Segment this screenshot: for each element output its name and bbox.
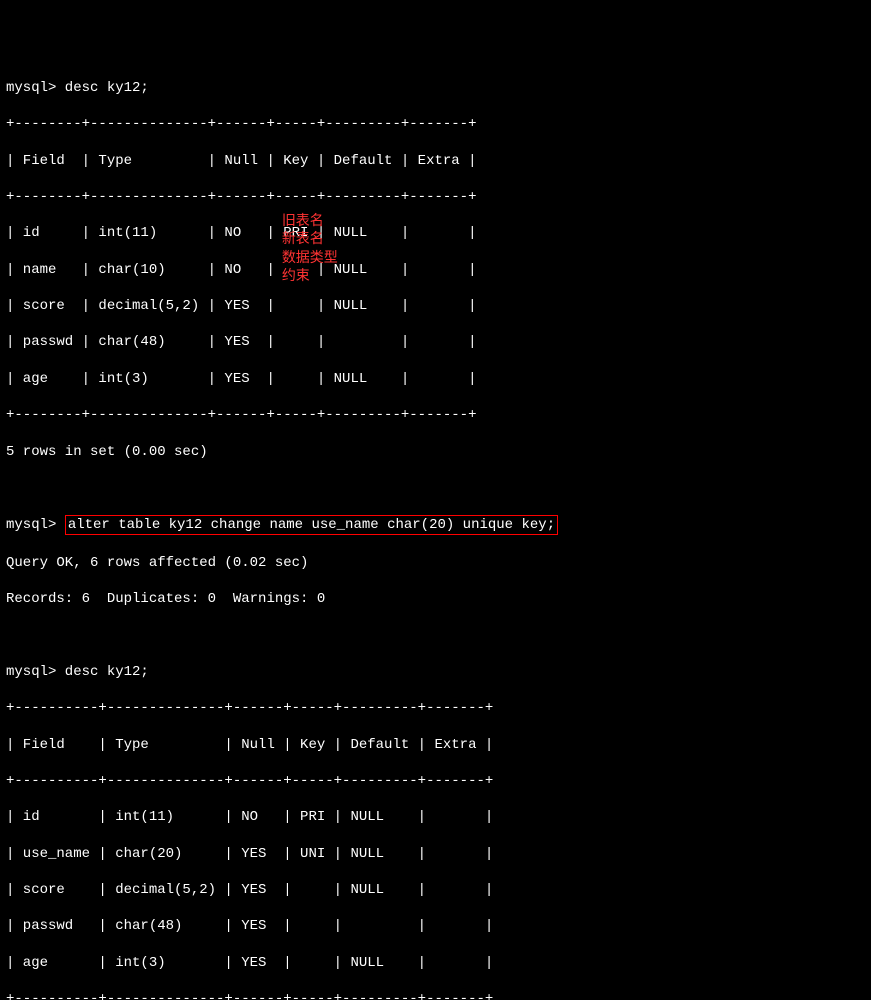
table1-border-bot: +--------+--------------+------+-----+--… bbox=[6, 406, 865, 424]
alter-command: alter table ky12 change name use_name ch… bbox=[65, 515, 558, 535]
label-new-table: 新表名 bbox=[282, 232, 324, 248]
label-data-type: 数据类型 bbox=[282, 251, 338, 267]
label-constraint: 约束 bbox=[282, 269, 310, 285]
table1-row: | id | int(11) | NO | PRI | NULL | | bbox=[6, 224, 865, 242]
annotation-labels: 旧表名 新表名 数据类型 约束 bbox=[265, 195, 358, 286]
table2-row: | passwd | char(48) | YES | | | | bbox=[6, 917, 865, 935]
table2-row: | age | int(3) | YES | | NULL | | bbox=[6, 954, 865, 972]
table1-header: | Field | Type | Null | Key | Default | … bbox=[6, 152, 865, 170]
table1-row: | name | char(10) | NO | | NULL | | bbox=[6, 261, 865, 279]
result-1: 5 rows in set (0.00 sec) bbox=[6, 443, 865, 461]
table2-border-top: +----------+--------------+------+-----+… bbox=[6, 699, 865, 717]
label-old-table: 旧表名 bbox=[282, 214, 324, 230]
alter-command-line[interactable]: mysql> alter table ky12 change name use_… bbox=[6, 515, 865, 535]
table2-row: | score | decimal(5,2) | YES | | NULL | … bbox=[6, 881, 865, 899]
table1-row: | age | int(3) | YES | | NULL | | bbox=[6, 370, 865, 388]
mysql-prompt-3: mysql> desc ky12; bbox=[6, 663, 865, 681]
mysql-prompt-2: mysql> bbox=[6, 517, 65, 533]
records-line: Records: 6 Duplicates: 0 Warnings: 0 bbox=[6, 590, 865, 608]
table1-border-top: +--------+--------------+------+-----+--… bbox=[6, 115, 865, 133]
table2-row: | use_name | char(20) | YES | UNI | NULL… bbox=[6, 845, 865, 863]
table1-border-mid: +--------+--------------+------+-----+--… bbox=[6, 188, 865, 206]
blank-line bbox=[6, 626, 865, 644]
table2-header: | Field | Type | Null | Key | Default | … bbox=[6, 736, 865, 754]
table2-row: | id | int(11) | NO | PRI | NULL | | bbox=[6, 808, 865, 826]
table1-row: | passwd | char(48) | YES | | | | bbox=[6, 333, 865, 351]
table2-border-bot: +----------+--------------+------+-----+… bbox=[6, 990, 865, 1000]
mysql-prompt-1: mysql> desc ky12; bbox=[6, 79, 865, 97]
query-ok: Query OK, 6 rows affected (0.02 sec) bbox=[6, 554, 865, 572]
blank-line bbox=[6, 479, 865, 497]
table2-border-mid: +----------+--------------+------+-----+… bbox=[6, 772, 865, 790]
table1-row: | score | decimal(5,2) | YES | | NULL | … bbox=[6, 297, 865, 315]
